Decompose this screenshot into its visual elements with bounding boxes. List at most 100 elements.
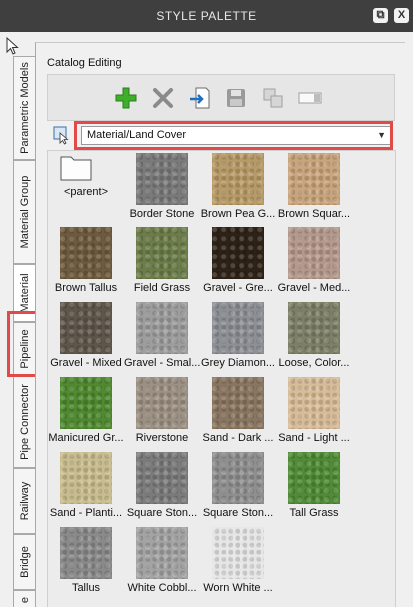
material-item-label: Worn White ... [203,582,273,594]
material-item-label: Grey Diamon... [201,357,275,369]
tab-label: Material [18,273,31,313]
catalog-editing-label: Catalog Editing [47,57,122,69]
material-item-label: Square Ston... [202,507,274,519]
material-swatch [212,377,264,429]
material-item[interactable]: Gravel - Smal... [124,301,200,375]
tab-pipe-connector[interactable]: Pipe Connector [13,376,35,468]
material-swatch [60,377,112,429]
material-swatch [212,153,264,205]
material-item[interactable]: Brown Pea G... [200,152,276,226]
material-item-label: Square Ston... [126,507,198,519]
material-item[interactable]: Grey Diamon... [200,301,276,375]
import-icon[interactable] [186,84,214,112]
material-item-label: Border Stone [129,208,195,220]
tab-bridge[interactable]: Bridge [13,534,35,590]
material-item-label: Brown Squar... [277,208,351,220]
material-item-label: <parent> [63,186,109,198]
material-panel: Catalog Editing Material/Land Cover ▼ <p… [35,42,405,607]
material-item[interactable]: Worn White ... [200,526,276,600]
tab-material-group[interactable]: Material Group [13,160,35,264]
material-item-label: Gravel - Mixed [50,357,122,369]
material-item[interactable]: Riverstone [124,376,200,450]
material-item[interactable]: Border Stone [124,152,200,226]
material-item-label: Gravel - Smal... [124,357,200,369]
tab-label: e [18,596,31,604]
material-item[interactable]: Gravel - Gre... [200,226,276,300]
material-item[interactable]: Field Grass [124,226,200,300]
rename-icon[interactable] [296,84,324,112]
material-item[interactable]: Sand - Dark ... [200,376,276,450]
window-title: STYLE PALETTE [156,9,257,23]
material-item[interactable]: Sand - Light ... [276,376,352,450]
catalog-toolbar [47,74,395,121]
restore-icon[interactable]: ⧉ [373,8,388,23]
material-item-label: Sand - Light ... [278,432,350,444]
vertical-tab-strip: Parametric Models Material Group Materia… [0,56,40,607]
material-swatch [288,227,340,279]
material-item-label: Sand - Dark ... [202,432,274,444]
material-swatch [60,527,112,579]
material-swatch [288,302,340,354]
material-item-label: Brown Tallus [54,282,118,294]
delete-icon[interactable] [149,84,177,112]
tab-label: Railway [18,481,31,521]
tab-label: Pipe Connector [18,384,31,460]
material-swatch [212,227,264,279]
tab-label: Material Group [18,175,31,249]
dropdown-highlight-box [74,121,393,150]
material-item-label: Brown Pea G... [200,208,276,220]
material-grid: <parent> Border Stone Brown Pea G... Bro… [47,150,396,607]
material-swatch [288,452,340,504]
material-item[interactable]: Loose, Color... [276,301,352,375]
material-item-label: White Cobbl... [127,582,197,594]
material-item[interactable]: Manicured Gr... [48,376,124,450]
material-item-label: Manicured Gr... [48,432,124,444]
material-item-label: Gravel - Med... [277,282,351,294]
locate-icon[interactable] [52,125,72,145]
material-item[interactable]: Sand - Planti... [48,451,124,525]
material-swatch [212,452,264,504]
material-item[interactable]: Tall Grass [276,451,352,525]
material-swatch [60,302,112,354]
material-swatch [288,377,340,429]
material-swatch [60,452,112,504]
title-bar: STYLE PALETTE ⧉ X [0,0,413,32]
material-item[interactable]: Tallus [48,526,124,600]
material-item-label: Tall Grass [289,507,339,519]
tab-railway[interactable]: Railway [13,468,35,534]
material-item-label: Riverstone [135,432,189,444]
material-swatch [136,527,188,579]
material-swatch [136,452,188,504]
mouse-pointer-icon [6,37,19,55]
folder-icon [60,156,92,181]
material-item-parent[interactable]: <parent> [48,152,124,226]
material-item[interactable]: Gravel - Med... [276,226,352,300]
tab-label: Parametric Models [18,62,31,154]
material-item-label: Sand - Planti... [49,507,123,519]
material-item[interactable]: White Cobbl... [124,526,200,600]
material-swatch [136,302,188,354]
tab-parametric-models[interactable]: Parametric Models [13,56,35,160]
material-item[interactable]: Gravel - Mixed [48,301,124,375]
close-icon[interactable]: X [394,8,409,23]
material-item[interactable]: Square Ston... [124,451,200,525]
material-swatch [212,527,264,579]
material-item-label: Gravel - Gre... [203,282,273,294]
material-swatch [60,227,112,279]
tab-partial[interactable]: e [13,590,35,607]
material-item-label: Tallus [71,582,101,594]
add-icon[interactable] [112,84,140,112]
copy-icon[interactable] [259,84,287,112]
material-swatch [136,227,188,279]
material-swatch [136,377,188,429]
material-item[interactable]: Brown Squar... [276,152,352,226]
material-swatch [212,302,264,354]
material-item[interactable]: Square Ston... [200,451,276,525]
material-swatch [288,153,340,205]
tab-label: Bridge [18,546,31,578]
save-icon[interactable] [222,84,250,112]
material-item[interactable]: Brown Tallus [48,226,124,300]
material-item-label: Field Grass [133,282,191,294]
material-swatch [136,153,188,205]
material-item-label: Loose, Color... [278,357,350,369]
